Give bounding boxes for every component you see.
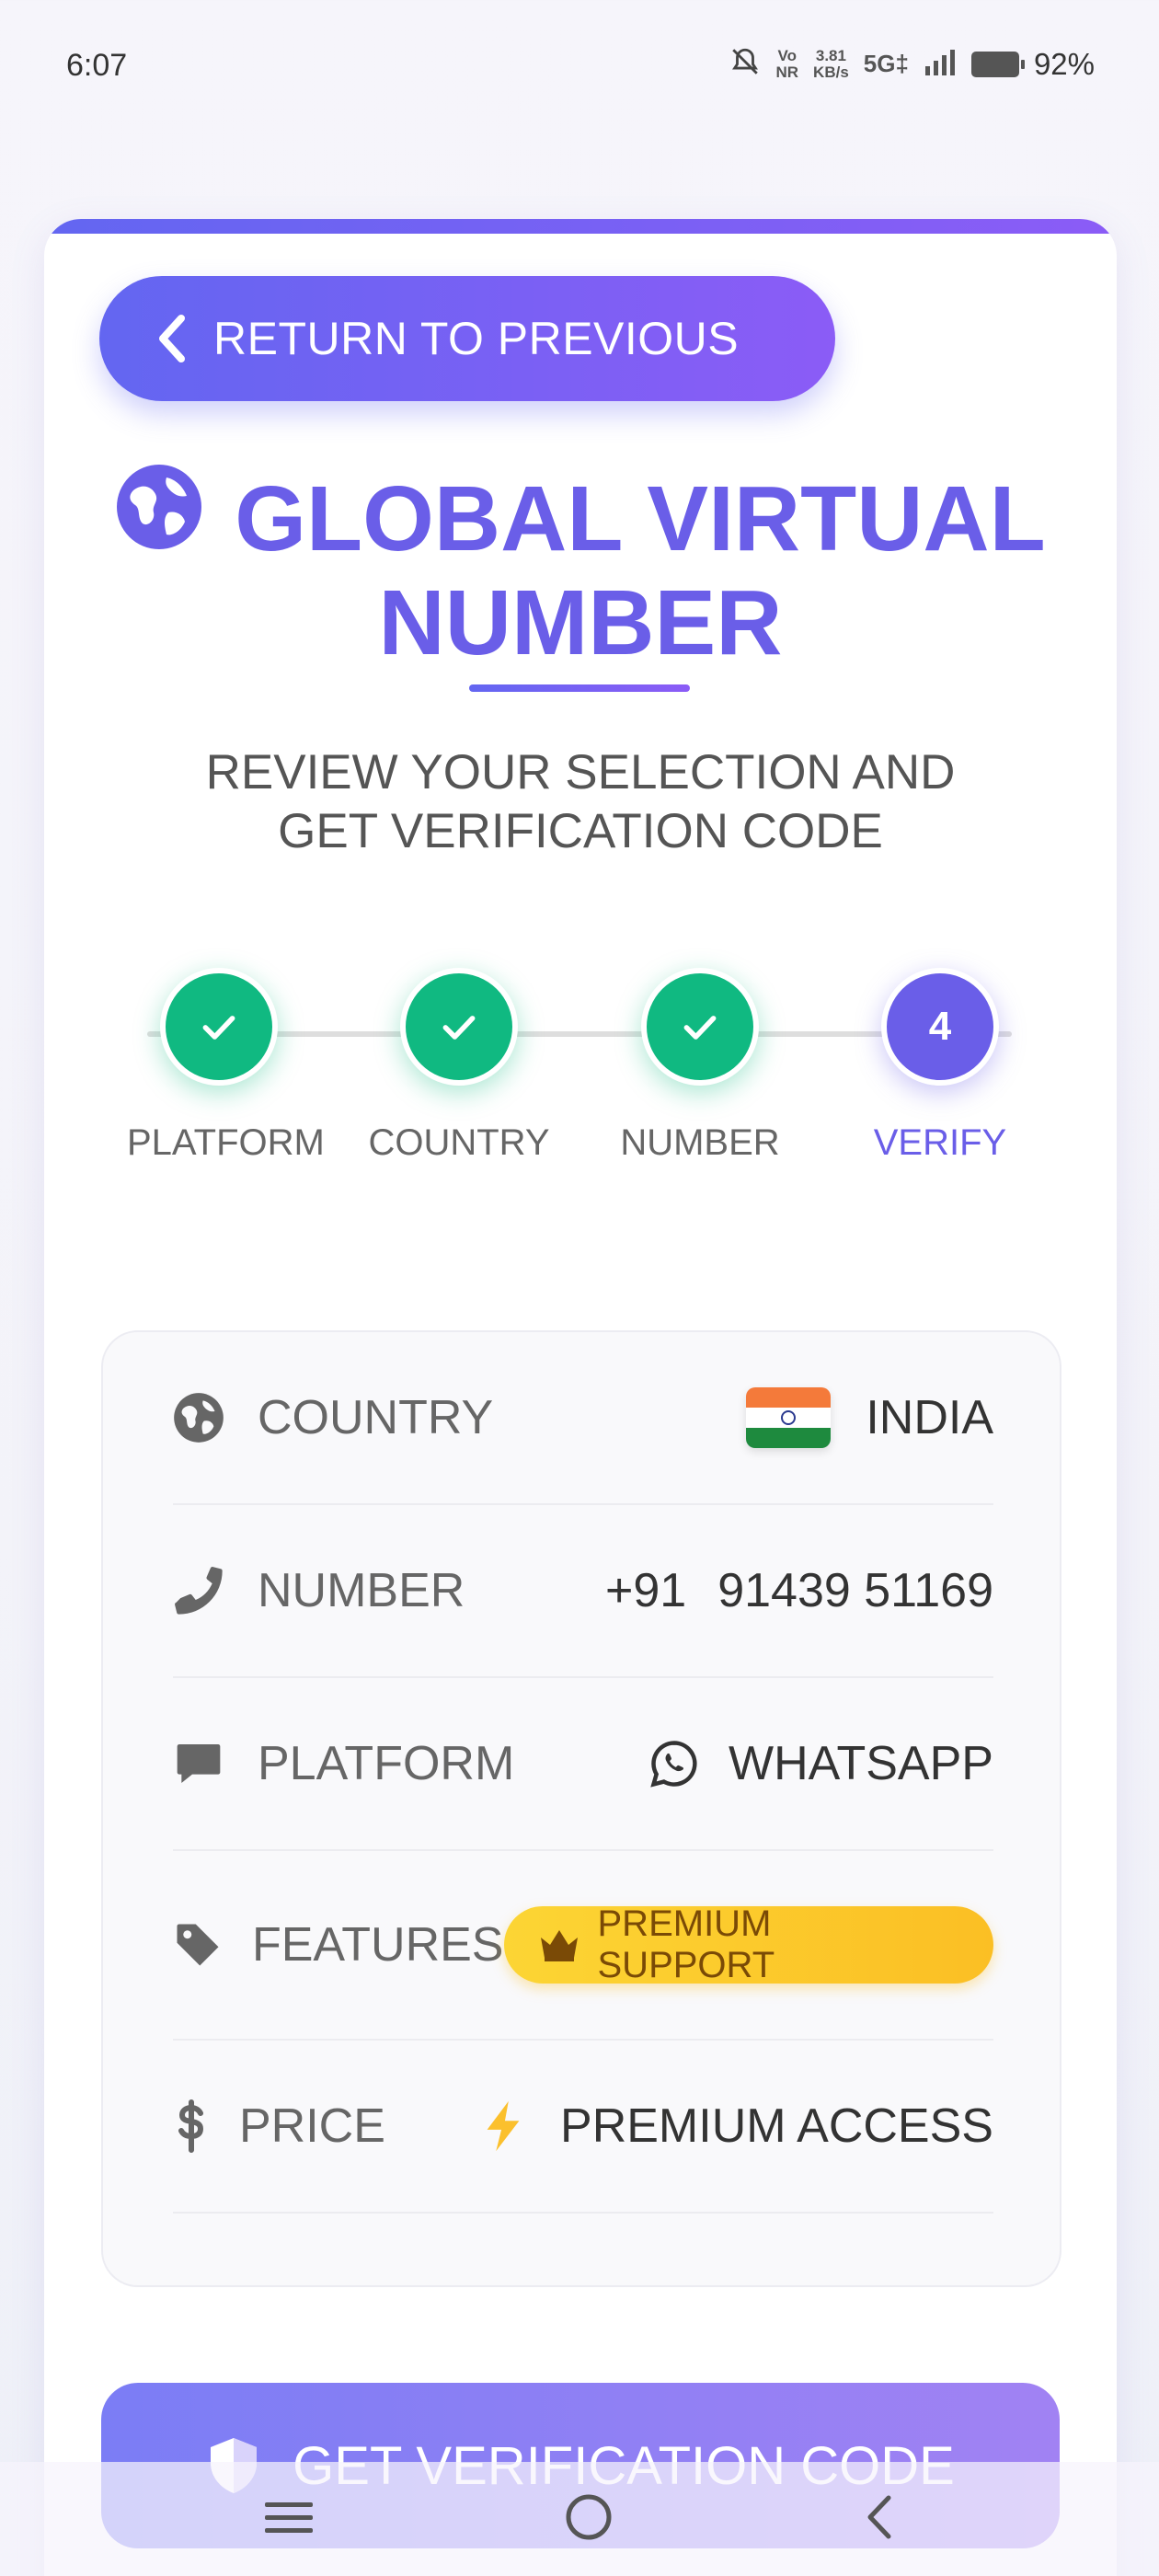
phone-number: 91439 51169	[717, 1564, 993, 1617]
step-country: COUNTRY	[367, 968, 551, 1164]
price-value: PREMIUM ACCESS	[483, 2099, 993, 2154]
number-value: +91 91439 51169	[605, 1563, 993, 1618]
title-line2: NUMBER	[378, 570, 783, 674]
platform-row: PLATFORM WHATSAPP	[173, 1678, 993, 1851]
step-verify: 4 VERIFY	[848, 968, 1032, 1164]
speed-unit: KB/s	[813, 63, 849, 81]
check-icon	[400, 968, 518, 1086]
status-bar: 6:07 Vo NR 3.81 KB/s 5G‡ 92%	[0, 0, 1159, 138]
volte-top: Vo	[777, 46, 797, 64]
network-type: 5G‡	[863, 50, 909, 77]
status-time: 6:07	[66, 48, 128, 83]
main-card: RETURN TO PREVIOUS GLOBAL VIRTUAL NUMBER…	[44, 219, 1117, 2576]
step-label: COUNTRY	[368, 1122, 550, 1163]
signal-icon	[924, 48, 957, 80]
globe-icon	[173, 1392, 232, 1443]
crown-icon	[537, 1926, 581, 1963]
platform-name: WHATSAPP	[729, 1737, 993, 1790]
price-text: PREMIUM ACCESS	[560, 2099, 993, 2153]
country-code: +91	[604, 1564, 687, 1617]
system-nav-bar	[0, 2462, 1159, 2576]
country-value: INDIA	[746, 1387, 993, 1448]
title-underline	[469, 684, 690, 692]
step-platform: PLATFORM	[127, 968, 325, 1164]
chevron-left-icon	[121, 313, 223, 364]
step-number: NUMBER	[608, 968, 792, 1164]
features-value: PREMIUM SUPPORT	[503, 1903, 993, 1985]
badge-label: PREMIUM SUPPORT	[597, 1903, 775, 1985]
return-to-previous-button[interactable]: RETURN TO PREVIOUS	[99, 276, 835, 401]
price-row: PRICE PREMIUM ACCESS	[173, 2041, 993, 2214]
chat-icon	[173, 1738, 232, 1789]
back-nav-icon[interactable]	[861, 2492, 898, 2547]
number-row: NUMBER +91 91439 51169	[173, 1505, 993, 1678]
home-icon[interactable]	[564, 2492, 614, 2547]
phone-icon	[173, 1565, 232, 1616]
menu-icon[interactable]	[261, 2497, 316, 2542]
page-title: GLOBAL VIRTUAL NUMBER	[44, 464, 1117, 674]
step-number-badge: 4	[881, 968, 999, 1086]
subtitle: REVIEW YOUR SELECTION AND GET VERIFICATI…	[44, 743, 1117, 861]
bolt-icon	[483, 2099, 523, 2153]
tag-icon	[173, 1920, 232, 1970]
status-icons: Vo NR 3.81 KB/s 5G‡ 92%	[729, 46, 1095, 82]
india-flag-icon	[746, 1387, 832, 1448]
country-label: COUNTRY	[258, 1391, 494, 1444]
features-label: FEATURES	[251, 1918, 504, 1972]
whatsapp-icon	[649, 1739, 699, 1788]
check-icon	[160, 968, 278, 1086]
selection-summary: COUNTRY INDIA NUMBER +91 91439 51169 PLA…	[101, 1330, 1061, 2287]
price-label: PRICE	[239, 2099, 385, 2153]
platform-label: PLATFORM	[258, 1737, 515, 1790]
check-icon	[641, 968, 759, 1086]
volte-indicator: Vo NR	[775, 46, 799, 81]
subtitle-line2: GET VERIFICATION CODE	[278, 804, 883, 858]
step-label: PLATFORM	[127, 1122, 325, 1163]
battery-icon	[970, 51, 1025, 77]
title-line1: GLOBAL VIRTUAL	[235, 467, 1046, 570]
volte-bottom: NR	[775, 63, 799, 81]
network-speed: 3.81 KB/s	[813, 46, 849, 81]
dollar-icon	[173, 2099, 232, 2154]
step-label: VERIFY	[873, 1122, 1007, 1163]
step-label: NUMBER	[620, 1122, 780, 1163]
country-name: INDIA	[866, 1391, 993, 1444]
mute-icon	[729, 46, 761, 82]
subtitle-line1: REVIEW YOUR SELECTION AND	[205, 745, 956, 799]
return-label: RETURN TO PREVIOUS	[213, 313, 740, 364]
number-label: NUMBER	[258, 1564, 465, 1617]
platform-value: WHATSAPP	[649, 1736, 993, 1791]
card-accent-bar	[44, 219, 1117, 234]
globe-icon	[115, 463, 203, 571]
premium-support-badge: PREMIUM SUPPORT	[503, 1903, 993, 1985]
features-row: FEATURES PREMIUM SUPPORT	[173, 1851, 993, 2041]
battery-percent: 92%	[1033, 46, 1095, 81]
country-row: COUNTRY INDIA	[173, 1332, 993, 1505]
speed-value: 3.81	[815, 46, 846, 64]
